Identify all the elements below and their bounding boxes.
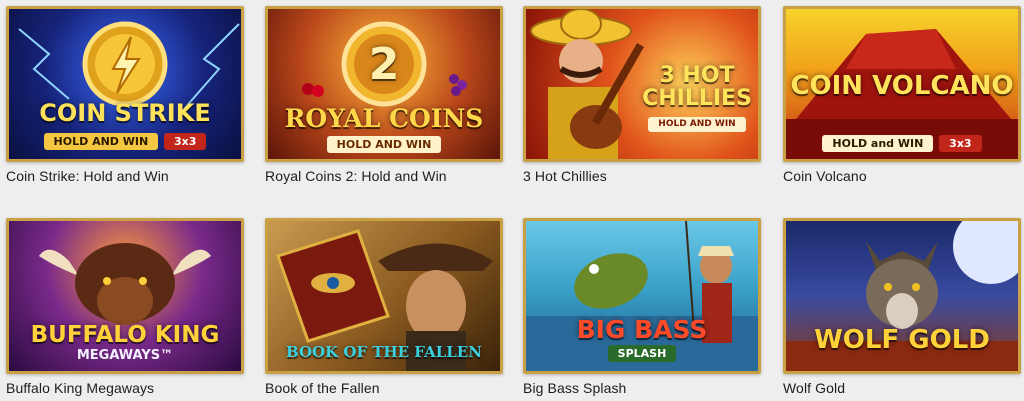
art-sub: MEGAWAYS™ [76,348,174,363]
game-title[interactable]: Buffalo King Megaways [6,380,154,396]
game-title[interactable]: Book of the Fallen [265,380,380,396]
art-title: COIN VOLCANO [790,71,1014,101]
game-thumbnail[interactable]: BOOK OF THE FALLEN [265,218,503,374]
game-grid: COIN STRIKE HOLD AND WIN 3x3 Coin Strike… [0,0,1024,401]
art-title: BOOK OF THE FALLEN [286,343,482,361]
art-sub-wrap: HOLD AND WIN [636,117,758,132]
game-title[interactable]: 3 Hot Chillies [523,168,607,184]
game-thumbnail[interactable]: BUFFALO KING MEGAWAYS™ [6,218,244,374]
art-badge: 3x3 [164,133,207,150]
art-sub-wrap: SPLASH [526,345,758,362]
art-title: WOLF GOLD [814,325,990,355]
game-thumbnail[interactable]: BIG BASS SPLASH [523,218,761,374]
art-title: BUFFALO KING [30,322,220,348]
art-sub: SPLASH [607,345,677,362]
art-title: BIG BASS [576,315,708,344]
art-sub: HOLD AND WIN [43,133,159,150]
game-thumbnail[interactable]: 3 HOT CHILLIES HOLD AND WIN [523,6,761,162]
art-sub: HOLD AND WIN [648,117,746,132]
art-sub-wrap: HOLD and WIN 3x3 [786,135,1018,152]
game-title[interactable]: Coin Strike: Hold and Win [6,168,169,184]
game-title[interactable]: Royal Coins 2: Hold and Win [265,168,447,184]
art-title: COIN STRIKE [39,99,211,127]
game-thumbnail[interactable]: 2 ROYAL COINS HOLD AND WIN [265,6,503,162]
art-badge: 3x3 [939,135,982,152]
art-title: ROYAL COINS [284,104,484,133]
game-thumbnail[interactable]: COIN VOLCANO HOLD and WIN 3x3 [783,6,1021,162]
art-sub-wrap: HOLD AND WIN 3x3 [9,133,241,150]
art-sub: HOLD and WIN [822,135,934,152]
art-sub: HOLD AND WIN [326,136,442,153]
game-thumbnail[interactable]: COIN STRIKE HOLD AND WIN 3x3 [6,6,244,162]
art-sub-wrap: HOLD AND WIN [268,136,500,153]
art-badge: 2 [368,39,400,90]
art-title: 3 HOT CHILLIES [642,63,752,112]
game-thumbnail[interactable]: WOLF GOLD [783,218,1021,374]
game-title[interactable]: Wolf Gold [783,380,845,396]
game-title[interactable]: Big Bass Splash [523,380,626,396]
game-title[interactable]: Coin Volcano [783,168,867,184]
